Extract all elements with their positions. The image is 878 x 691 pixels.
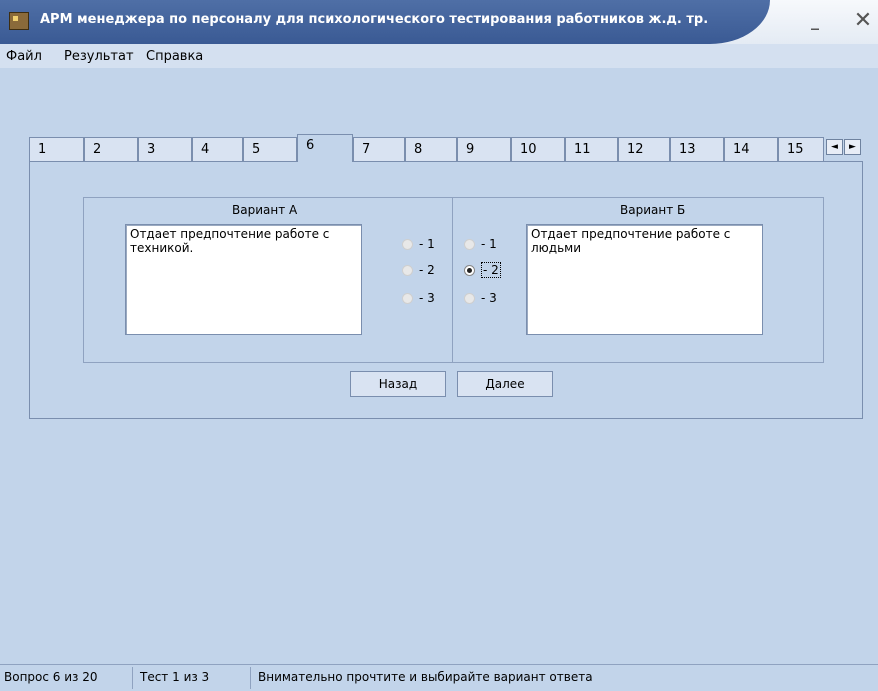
radio-b-2-label: - 2 bbox=[481, 262, 501, 278]
scroll-right-icon[interactable]: ► bbox=[844, 139, 861, 155]
tab-10[interactable]: 10 bbox=[511, 137, 565, 161]
title-bar: АРМ менеджера по персоналу для психологи… bbox=[0, 0, 878, 44]
variant-a-label: Вариант А bbox=[232, 203, 298, 217]
radio-a-2[interactable]: - 2 bbox=[402, 262, 435, 278]
minimize-button[interactable]: _ bbox=[800, 10, 830, 32]
next-button[interactable]: Далее bbox=[457, 371, 553, 397]
radio-a-1-label: - 1 bbox=[419, 237, 435, 251]
radio-b-2[interactable]: - 2 bbox=[464, 262, 501, 278]
menu-bar: Файл Результат Справка bbox=[0, 44, 878, 68]
radio-a-1-dot[interactable] bbox=[402, 238, 413, 250]
radio-b-3-dot[interactable] bbox=[464, 292, 475, 304]
radio-b-3-label: - 3 bbox=[481, 291, 497, 305]
radio-a-3-label: - 3 bbox=[419, 291, 435, 305]
back-button[interactable]: Назад bbox=[350, 371, 446, 397]
menu-file[interactable]: Файл bbox=[6, 49, 42, 64]
radio-b-1[interactable]: - 1 bbox=[464, 236, 497, 252]
tab-13[interactable]: 13 bbox=[670, 137, 724, 161]
tab-14[interactable]: 14 bbox=[724, 137, 778, 161]
menu-help[interactable]: Справка bbox=[146, 49, 203, 64]
tab-4[interactable]: 4 bbox=[192, 137, 243, 161]
status-separator bbox=[132, 667, 133, 689]
radio-a-3[interactable]: - 3 bbox=[402, 290, 435, 306]
menu-result[interactable]: Результат bbox=[64, 49, 134, 64]
status-question: Вопрос 6 из 20 bbox=[4, 670, 98, 684]
radio-a-1[interactable]: - 1 bbox=[402, 236, 435, 252]
tab-9[interactable]: 9 bbox=[457, 137, 511, 161]
app-icon bbox=[9, 12, 29, 30]
tab-6[interactable]: 6 bbox=[297, 134, 353, 162]
radio-b-1-dot[interactable] bbox=[464, 238, 475, 250]
tab-scroll: ◄ ► bbox=[826, 139, 862, 155]
variant-b-label: Вариант Б bbox=[620, 203, 686, 217]
tab-15[interactable]: 15 bbox=[778, 137, 824, 161]
radio-a-2-dot[interactable] bbox=[402, 264, 413, 276]
radio-a-2-label: - 2 bbox=[419, 263, 435, 277]
tab-1[interactable]: 1 bbox=[29, 137, 84, 161]
tab-5[interactable]: 5 bbox=[243, 137, 297, 161]
status-separator bbox=[250, 667, 251, 689]
radio-b-3[interactable]: - 3 bbox=[464, 290, 497, 306]
tab-3[interactable]: 3 bbox=[138, 137, 192, 161]
close-button[interactable]: ✕ bbox=[850, 8, 876, 34]
status-test: Тест 1 из 3 bbox=[140, 670, 210, 684]
tab-12[interactable]: 12 bbox=[618, 137, 670, 161]
scroll-left-icon[interactable]: ◄ bbox=[826, 139, 843, 155]
radio-a-3-dot[interactable] bbox=[402, 292, 413, 304]
status-hint: Внимательно прочтите и выбирайте вариант… bbox=[258, 670, 593, 684]
radio-b-2-dot[interactable] bbox=[464, 264, 475, 276]
status-bar: Вопрос 6 из 20 Тест 1 из 3 Внимательно п… bbox=[0, 664, 878, 691]
variant-divider bbox=[452, 197, 453, 363]
variant-b-text: Отдает предпочтение работе с людьми bbox=[526, 224, 763, 335]
tab-2[interactable]: 2 bbox=[84, 137, 138, 161]
radio-b-1-label: - 1 bbox=[481, 237, 497, 251]
tab-7[interactable]: 7 bbox=[353, 137, 405, 161]
tab-8[interactable]: 8 bbox=[405, 137, 457, 161]
variant-a-text: Отдает предпочтение работе с техникой. bbox=[125, 224, 362, 335]
window-title: АРМ менеджера по персоналу для психологи… bbox=[40, 12, 709, 27]
tab-11[interactable]: 11 bbox=[565, 137, 618, 161]
